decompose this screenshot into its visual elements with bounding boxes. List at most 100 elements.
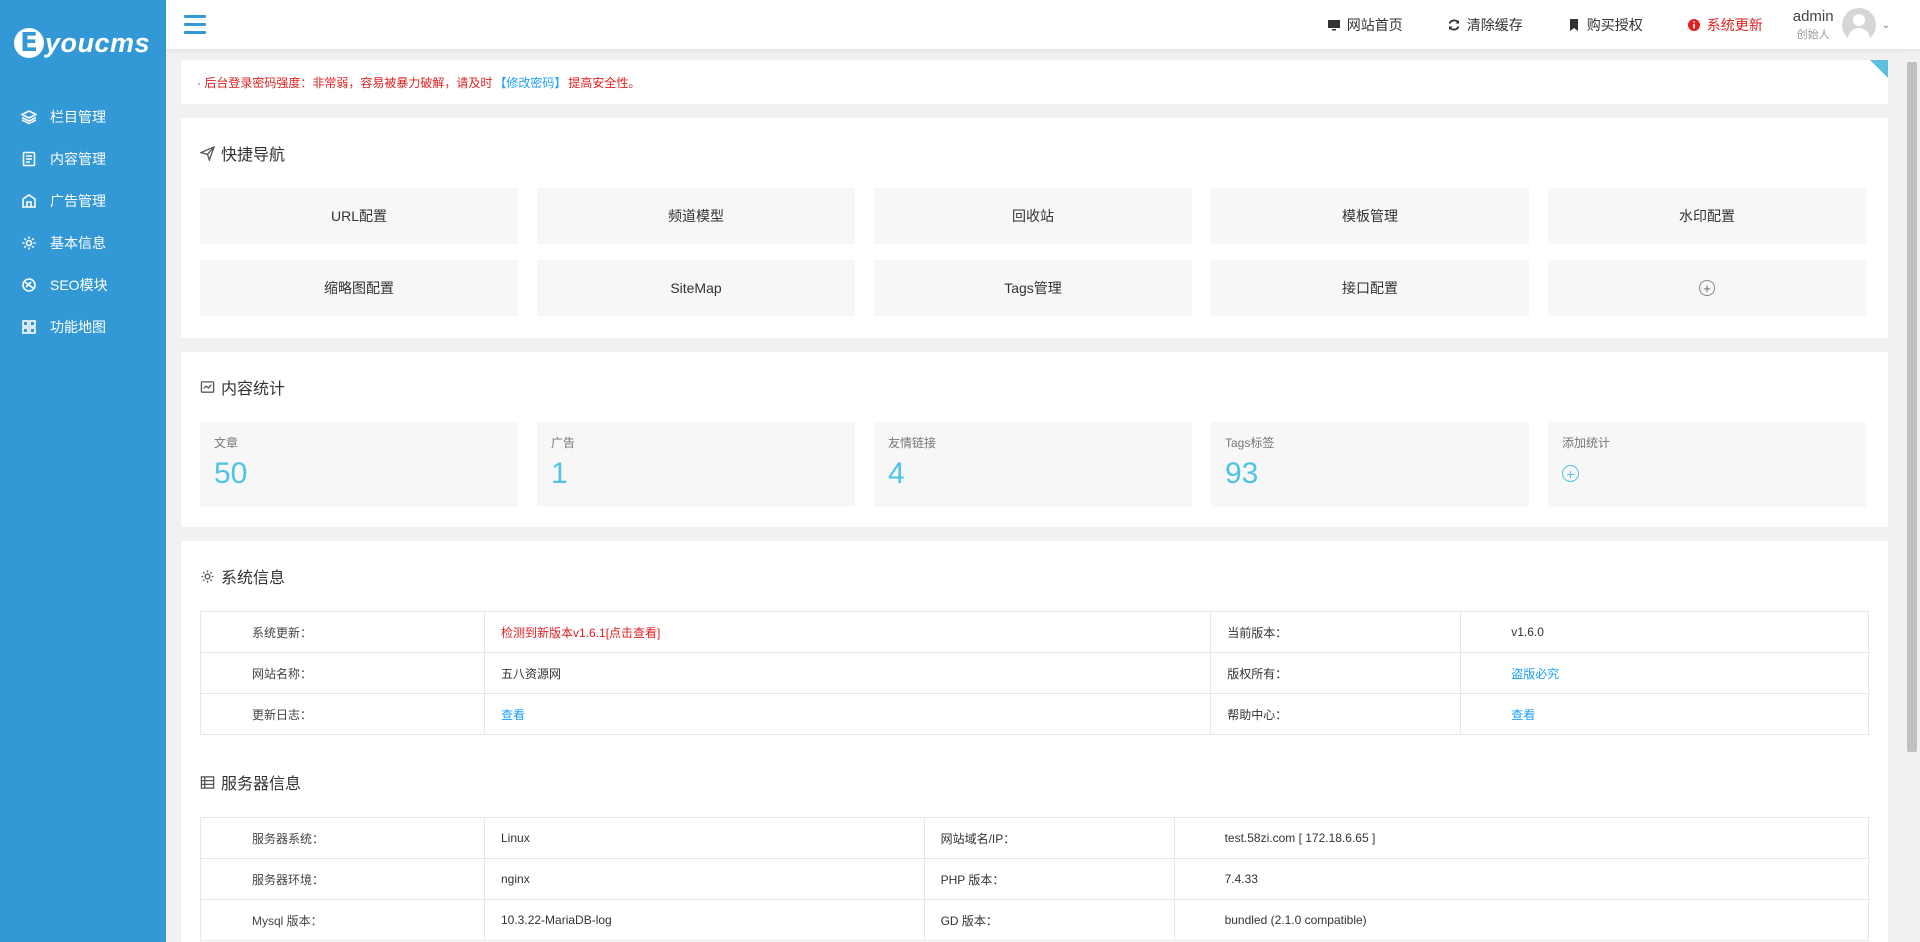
sidebar-item-label: 基本信息 xyxy=(50,235,106,251)
ad-icon xyxy=(20,192,38,210)
seo-icon xyxy=(20,276,38,294)
quick-tags-manage[interactable]: Tags管理 xyxy=(874,260,1192,316)
send-icon xyxy=(200,145,215,161)
table-cell: PHP 版本： xyxy=(923,858,1175,900)
copyright-link[interactable]: 盗版必究 xyxy=(1511,667,1559,681)
sidebar-item-content[interactable]: 内容管理 xyxy=(0,138,166,180)
layers-icon xyxy=(20,108,38,126)
system-info-table: 系统更新： 检测到新版本v1.6.1[点击查看] 当前版本： v1.6.0 网站… xyxy=(200,611,1869,735)
stat-value: 4 xyxy=(888,457,905,490)
chevron-down-icon[interactable]: ⌄ xyxy=(1882,20,1890,31)
buy-license-link[interactable]: 购买授权 xyxy=(1567,15,1643,35)
table-cell: 服务器系统： xyxy=(200,817,485,859)
avatar[interactable] xyxy=(1841,8,1876,42)
help-center-link[interactable]: 查看 xyxy=(1511,708,1535,722)
table-cell: test.58zi.com [ 172.18.6.65 ] xyxy=(1173,817,1870,859)
gear-icon xyxy=(201,569,214,583)
stat-add[interactable]: 添加统计 + xyxy=(1548,422,1866,507)
sidebar-item-basic-info[interactable]: 基本信息 xyxy=(0,222,166,264)
quick-nav-grid: URL配置 频道模型 回收站 模板管理 水印配置 缩略图配置 SiteMap T… xyxy=(200,188,1869,316)
table-cell: 10.3.22-MariaDB-log xyxy=(484,899,925,941)
logo-badge: E xyxy=(14,28,44,58)
user-menu[interactable]: admin 创始人 ⌄ xyxy=(1793,8,1890,42)
content-stats-title-text: 内容统计 xyxy=(221,381,286,398)
content-stats-card: 内容统计 文章 50 广告 1 友情链接 4 Tags标签 93 添加统计 + xyxy=(181,352,1888,527)
table-cell: 查看 xyxy=(483,693,1212,735)
scrollbar-thumb[interactable] xyxy=(1907,62,1917,752)
grid-icon xyxy=(20,318,38,336)
quick-api-config[interactable]: 接口配置 xyxy=(1211,260,1529,316)
stat-tags[interactable]: Tags标签 93 xyxy=(1211,422,1529,507)
sidebar-item-ads[interactable]: 广告管理 xyxy=(0,180,166,222)
changelog-link[interactable]: 查看 xyxy=(501,708,525,722)
server-info-title-text: 服务器信息 xyxy=(221,776,302,793)
logo-text: youcms xyxy=(45,27,151,58)
stat-value: 1 xyxy=(551,457,568,490)
stat-ads[interactable]: 广告 1 xyxy=(537,422,855,507)
quick-channel-model[interactable]: 频道模型 xyxy=(537,188,855,244)
table-cell: 系统更新： xyxy=(200,611,485,653)
main-content: · 后台登录密码强度：非常弱，容易被暴力破解，请及时 【修改密码】 提高安全性。… xyxy=(181,60,1888,942)
table-cell: 网站名称： xyxy=(200,652,485,694)
alert-text: · 后台登录密码强度：非常弱，容易被暴力破解，请及时 xyxy=(197,75,493,90)
quick-nav-title-text: 快捷导航 xyxy=(221,147,286,164)
sidebar: E youcms 栏目管理 内容管理 广告管理 基本信息 SEO模块 功能地图 xyxy=(0,0,166,942)
table-row: 更新日志： 查看 帮助中心： 查看 xyxy=(200,693,1869,735)
stat-label: 友情链接 xyxy=(888,436,937,450)
stat-label: 广告 xyxy=(551,436,576,450)
system-info-title-text: 系统信息 xyxy=(221,570,286,587)
password-alert: · 后台登录密码强度：非常弱，容易被暴力破解，请及时 【修改密码】 提高安全性。 xyxy=(181,60,1888,104)
quick-recycle-bin[interactable]: 回收站 xyxy=(874,188,1192,244)
buy-license-label: 购买授权 xyxy=(1586,17,1643,33)
system-update-link[interactable]: 系统更新 xyxy=(1687,15,1763,35)
stat-value: 50 xyxy=(214,457,248,490)
menu-toggle-icon[interactable] xyxy=(184,15,206,35)
quick-nav-title: 快捷导航 xyxy=(200,118,1869,188)
content-stats-title: 内容统计 xyxy=(200,352,1869,422)
site-home-link[interactable]: 网站首页 xyxy=(1327,15,1403,35)
stat-add-label: 添加统计 xyxy=(1562,436,1611,450)
quick-watermark-config[interactable]: 水印配置 xyxy=(1548,188,1866,244)
table-cell: 更新日志： xyxy=(200,693,485,735)
stat-articles[interactable]: 文章 50 xyxy=(200,422,518,507)
add-circle-icon[interactable]: + xyxy=(1562,465,1579,482)
info-icon xyxy=(1687,18,1701,32)
sidebar-item-label: 功能地图 xyxy=(50,319,106,335)
quick-template-manage[interactable]: 模板管理 xyxy=(1211,188,1529,244)
table-cell: Linux xyxy=(484,817,925,859)
table-row: 服务器环境： nginx PHP 版本： 7.4.33 xyxy=(200,858,1870,900)
stat-label: 文章 xyxy=(214,436,239,450)
logo[interactable]: E youcms xyxy=(0,0,166,86)
table-cell: 服务器环境： xyxy=(200,858,485,900)
refresh-icon xyxy=(1447,18,1461,32)
table-cell: GD 版本： xyxy=(923,899,1175,941)
table-cell: 检测到新版本v1.6.1[点击查看] xyxy=(483,611,1212,653)
table-cell: bundled (2.1.0 compatible) xyxy=(1173,899,1870,941)
stat-friend-links[interactable]: 友情链接 4 xyxy=(874,422,1192,507)
top-links: 网站首页 清除缓存 购买授权 系统更新 admin 创始人 ⌄ xyxy=(1283,0,1890,50)
new-version-link[interactable]: 检测到新版本v1.6.1[点击查看] xyxy=(501,626,660,640)
topbar: 网站首页 清除缓存 购买授权 系统更新 admin 创始人 ⌄ xyxy=(166,0,1920,50)
table-cell: 网站域名/IP： xyxy=(923,817,1175,859)
table-cell: 版权所有： xyxy=(1210,652,1462,694)
quick-add-button[interactable]: + xyxy=(1548,260,1866,316)
info-card: 系统信息 系统更新： 检测到新版本v1.6.1[点击查看] 当前版本： v1.6… xyxy=(181,541,1888,942)
quick-sitemap[interactable]: SiteMap xyxy=(537,260,855,316)
system-update-label: 系统更新 xyxy=(1706,17,1763,33)
sidebar-item-column[interactable]: 栏目管理 xyxy=(0,96,166,138)
table-cell: nginx xyxy=(484,858,925,900)
sidebar-item-seo[interactable]: SEO模块 xyxy=(0,264,166,306)
sidebar-nav: 栏目管理 内容管理 广告管理 基本信息 SEO模块 功能地图 xyxy=(0,96,166,348)
sidebar-item-function-map[interactable]: 功能地图 xyxy=(0,306,166,348)
table-cell: 盗版必究 xyxy=(1460,652,1869,694)
table-cell: 当前版本： xyxy=(1210,611,1462,653)
stat-value: 93 xyxy=(1225,457,1259,490)
clear-cache-link[interactable]: 清除缓存 xyxy=(1447,15,1523,35)
document-icon xyxy=(20,150,38,168)
quick-thumbnail-config[interactable]: 缩略图配置 xyxy=(200,260,518,316)
add-circle-icon: + xyxy=(1699,280,1715,296)
table-cell: 帮助中心： xyxy=(1210,693,1462,735)
clear-cache-label: 清除缓存 xyxy=(1466,17,1523,33)
quick-url-config[interactable]: URL配置 xyxy=(200,188,518,244)
change-password-link[interactable]: 【修改密码】 xyxy=(494,74,566,91)
